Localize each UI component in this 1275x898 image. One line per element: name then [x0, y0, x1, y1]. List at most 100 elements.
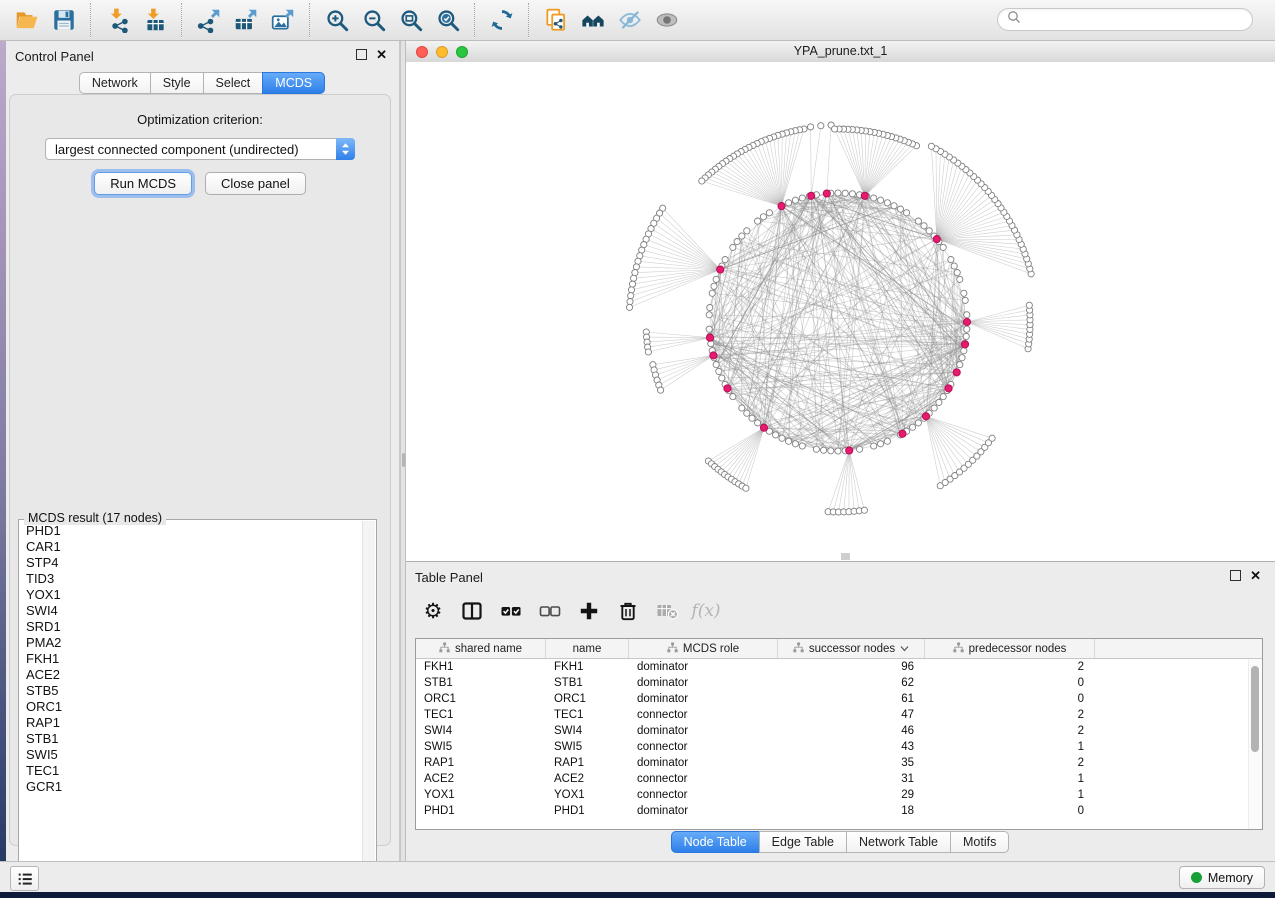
- hide-selected-button[interactable]: [611, 3, 648, 37]
- table-row[interactable]: SWI4SWI4dominator462: [416, 723, 1262, 739]
- refresh-button[interactable]: [483, 3, 520, 37]
- table-row[interactable]: ORC1ORC1dominator610: [416, 691, 1262, 707]
- table-row[interactable]: RAP1RAP1dominator352: [416, 755, 1262, 771]
- table-row[interactable]: YOX1YOX1connector291: [416, 787, 1262, 803]
- close-table-panel-icon[interactable]: ✕: [1250, 570, 1261, 581]
- splitter-handle[interactable]: [402, 453, 405, 467]
- import-network-button[interactable]: [99, 3, 136, 37]
- export-table-button[interactable]: [227, 3, 264, 37]
- tab-network-table[interactable]: Network Table: [846, 831, 951, 853]
- column-header-shared-name[interactable]: shared name: [416, 639, 546, 658]
- column-header-name[interactable]: name: [546, 639, 629, 658]
- table-header-row: shared namenameMCDS rolesuccessor nodesp…: [416, 639, 1262, 659]
- mcds-result-item[interactable]: SWI4: [21, 603, 361, 619]
- window-close-button[interactable]: [416, 46, 428, 58]
- table-scrollbar[interactable]: [1248, 659, 1262, 829]
- table-cell: RAP1: [416, 757, 546, 769]
- mcds-result-item[interactable]: STB5: [21, 683, 361, 699]
- window-minimize-button[interactable]: [436, 46, 448, 58]
- table-cell: 35: [778, 757, 925, 769]
- tab-node-table[interactable]: Node Table: [671, 831, 760, 853]
- import-table-button[interactable]: [136, 3, 173, 37]
- run-mcds-button[interactable]: Run MCDS: [94, 172, 192, 195]
- table-row[interactable]: ACE2ACE2connector311: [416, 771, 1262, 787]
- table-cell: ORC1: [546, 693, 629, 705]
- table-row[interactable]: PHD1PHD1dominator180: [416, 803, 1262, 819]
- trash-icon: [616, 599, 640, 623]
- network-canvas[interactable]: [406, 62, 1275, 561]
- zoom-selected-icon: [435, 7, 461, 33]
- list-icon: [16, 870, 34, 888]
- mcds-result-item[interactable]: ORC1: [21, 699, 361, 715]
- table-row[interactable]: SWI5SWI5connector431: [416, 739, 1262, 755]
- mcds-result-item[interactable]: PHD1: [21, 523, 361, 539]
- mcds-result-item[interactable]: RAP1: [21, 715, 361, 731]
- network-window-titlebar[interactable]: YPA_prune.txt_1: [406, 41, 1275, 63]
- select-all-button[interactable]: [494, 595, 528, 627]
- tab-style[interactable]: Style: [150, 72, 204, 94]
- canvas-splitter-handle[interactable]: [841, 553, 850, 560]
- tab-motifs[interactable]: Motifs: [950, 831, 1009, 853]
- table-cell: dominator: [629, 677, 778, 689]
- table-row[interactable]: FKH1FKH1dominator962: [416, 659, 1262, 675]
- network-window: YPA_prune.txt_1: [406, 41, 1275, 561]
- table-scrollbar-thumb[interactable]: [1251, 666, 1259, 752]
- column-header-MCDS-role[interactable]: MCDS role: [629, 639, 778, 658]
- float-panel-icon[interactable]: [356, 49, 367, 60]
- criterion-dropdown[interactable]: largest connected component (undirected): [45, 138, 355, 160]
- first-neighbors-button[interactable]: [574, 3, 611, 37]
- zoom-fit-button[interactable]: [392, 3, 429, 37]
- network-graph[interactable]: [406, 62, 1275, 561]
- table-row[interactable]: TEC1TEC1connector472: [416, 707, 1262, 723]
- node-table[interactable]: shared namenameMCDS rolesuccessor nodesp…: [415, 638, 1263, 830]
- gear-button[interactable]: ⚙: [416, 595, 450, 627]
- open-file-button[interactable]: [8, 3, 45, 37]
- search-box[interactable]: [997, 8, 1253, 31]
- mcds-result-item[interactable]: TEC1: [21, 763, 361, 779]
- task-history-button[interactable]: [10, 866, 39, 891]
- column-header-successor-nodes[interactable]: successor nodes: [778, 639, 925, 658]
- mcds-result-item[interactable]: CAR1: [21, 539, 361, 555]
- mcds-result-item[interactable]: GCR1: [21, 779, 361, 795]
- split-button[interactable]: [455, 595, 489, 627]
- tab-mcds[interactable]: MCDS: [262, 72, 325, 94]
- zoom-selected-button[interactable]: [429, 3, 466, 37]
- copy-network-button[interactable]: [537, 3, 574, 37]
- mcds-result-item[interactable]: PMA2: [21, 635, 361, 651]
- table-row[interactable]: STB1STB1dominator620: [416, 675, 1262, 691]
- save-session-button[interactable]: [45, 3, 82, 37]
- export-image-button[interactable]: [264, 3, 301, 37]
- mcds-result-item[interactable]: FKH1: [21, 651, 361, 667]
- tab-network[interactable]: Network: [79, 72, 151, 94]
- mcds-result-list[interactable]: PHD1CAR1STP4TID3YOX1SWI4SRD1PMA2FKH1ACE2…: [21, 523, 361, 889]
- mcds-result-item[interactable]: SRD1: [21, 619, 361, 635]
- search-input[interactable]: [1026, 12, 1252, 28]
- export-network-button[interactable]: [190, 3, 227, 37]
- trash-button[interactable]: [611, 595, 645, 627]
- float-table-panel-icon[interactable]: [1230, 570, 1241, 581]
- mcds-result-item[interactable]: YOX1: [21, 587, 361, 603]
- close-panel-button[interactable]: Close panel: [205, 172, 306, 195]
- zoom-out-button[interactable]: [355, 3, 392, 37]
- result-list-scrollbar[interactable]: [362, 521, 375, 890]
- import-network-icon: [105, 7, 131, 33]
- mcds-result-item[interactable]: TID3: [21, 571, 361, 587]
- window-maximize-button[interactable]: [456, 46, 468, 58]
- mcds-result-item[interactable]: STP4: [21, 555, 361, 571]
- table-cell: dominator: [629, 757, 778, 769]
- mcds-result-item[interactable]: STB1: [21, 731, 361, 747]
- toolbar-separator: [474, 3, 475, 37]
- deselect-all-button[interactable]: [533, 595, 567, 627]
- close-panel-icon[interactable]: ✕: [376, 49, 387, 60]
- tab-edge-table[interactable]: Edge Table: [759, 831, 847, 853]
- column-header-predecessor-nodes[interactable]: predecessor nodes: [925, 639, 1095, 658]
- mcds-result-item[interactable]: ACE2: [21, 667, 361, 683]
- memory-button[interactable]: Memory: [1179, 866, 1265, 889]
- table-cell: PHD1: [416, 805, 546, 817]
- zoom-in-button[interactable]: [318, 3, 355, 37]
- tab-select[interactable]: Select: [203, 72, 264, 94]
- show-all-button[interactable]: [648, 3, 685, 37]
- table-cell: 43: [778, 741, 925, 753]
- add-button[interactable]: [572, 595, 606, 627]
- mcds-result-item[interactable]: SWI5: [21, 747, 361, 763]
